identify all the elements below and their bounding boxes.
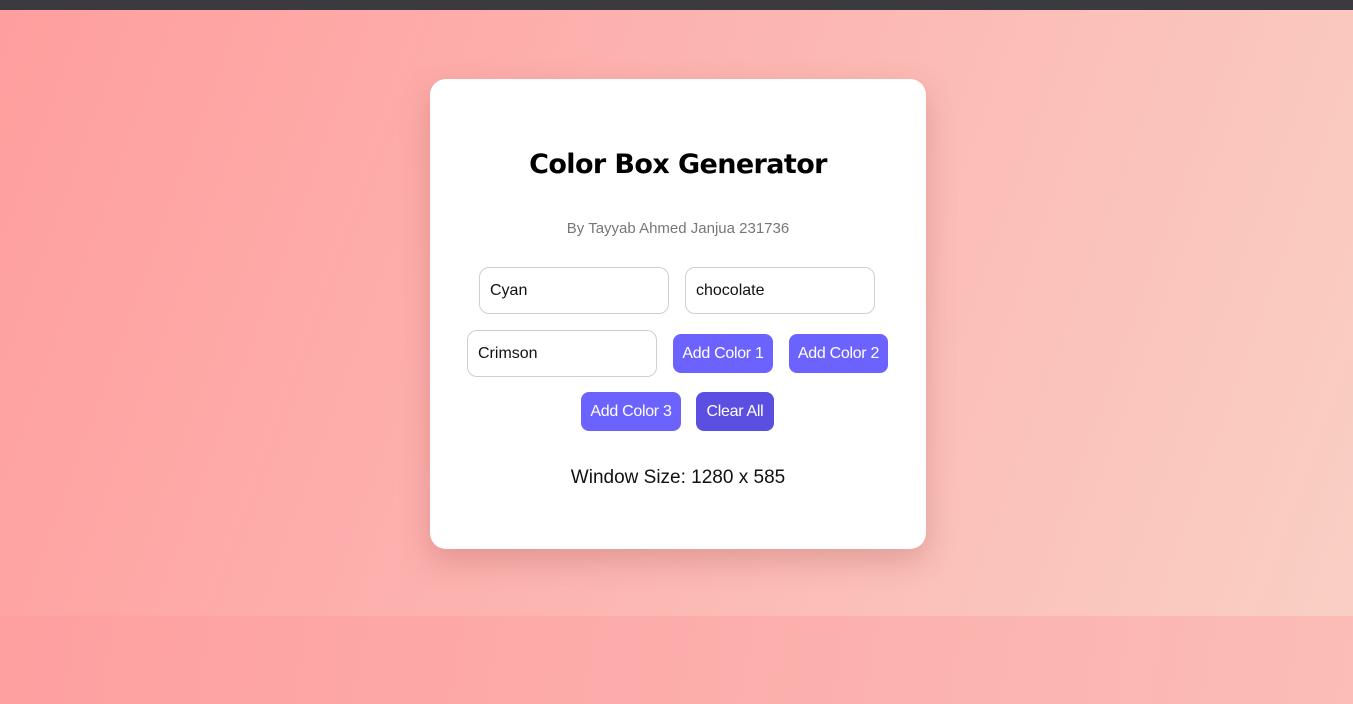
generator-card: Color Box Generator By Tayyab Ahmed Janj… bbox=[430, 79, 926, 549]
browser-top-bar bbox=[0, 0, 1353, 10]
clear-all-button[interactable]: Clear All bbox=[696, 392, 774, 431]
color-1-input[interactable] bbox=[479, 267, 669, 314]
window-size-readout: Window Size: 1280 x 585 bbox=[570, 467, 786, 488]
author-subtitle: By Tayyab Ahmed Janjua 231736 bbox=[566, 220, 790, 237]
color-3-input[interactable] bbox=[467, 330, 657, 377]
page-title: Color Box Generator bbox=[529, 149, 827, 180]
add-color-3-button[interactable]: Add Color 3 bbox=[581, 392, 681, 431]
add-color-1-button[interactable]: Add Color 1 bbox=[673, 334, 773, 373]
add-color-2-button[interactable]: Add Color 2 bbox=[789, 334, 888, 373]
page-background-lower bbox=[0, 616, 1353, 704]
color-2-input[interactable] bbox=[685, 267, 875, 314]
